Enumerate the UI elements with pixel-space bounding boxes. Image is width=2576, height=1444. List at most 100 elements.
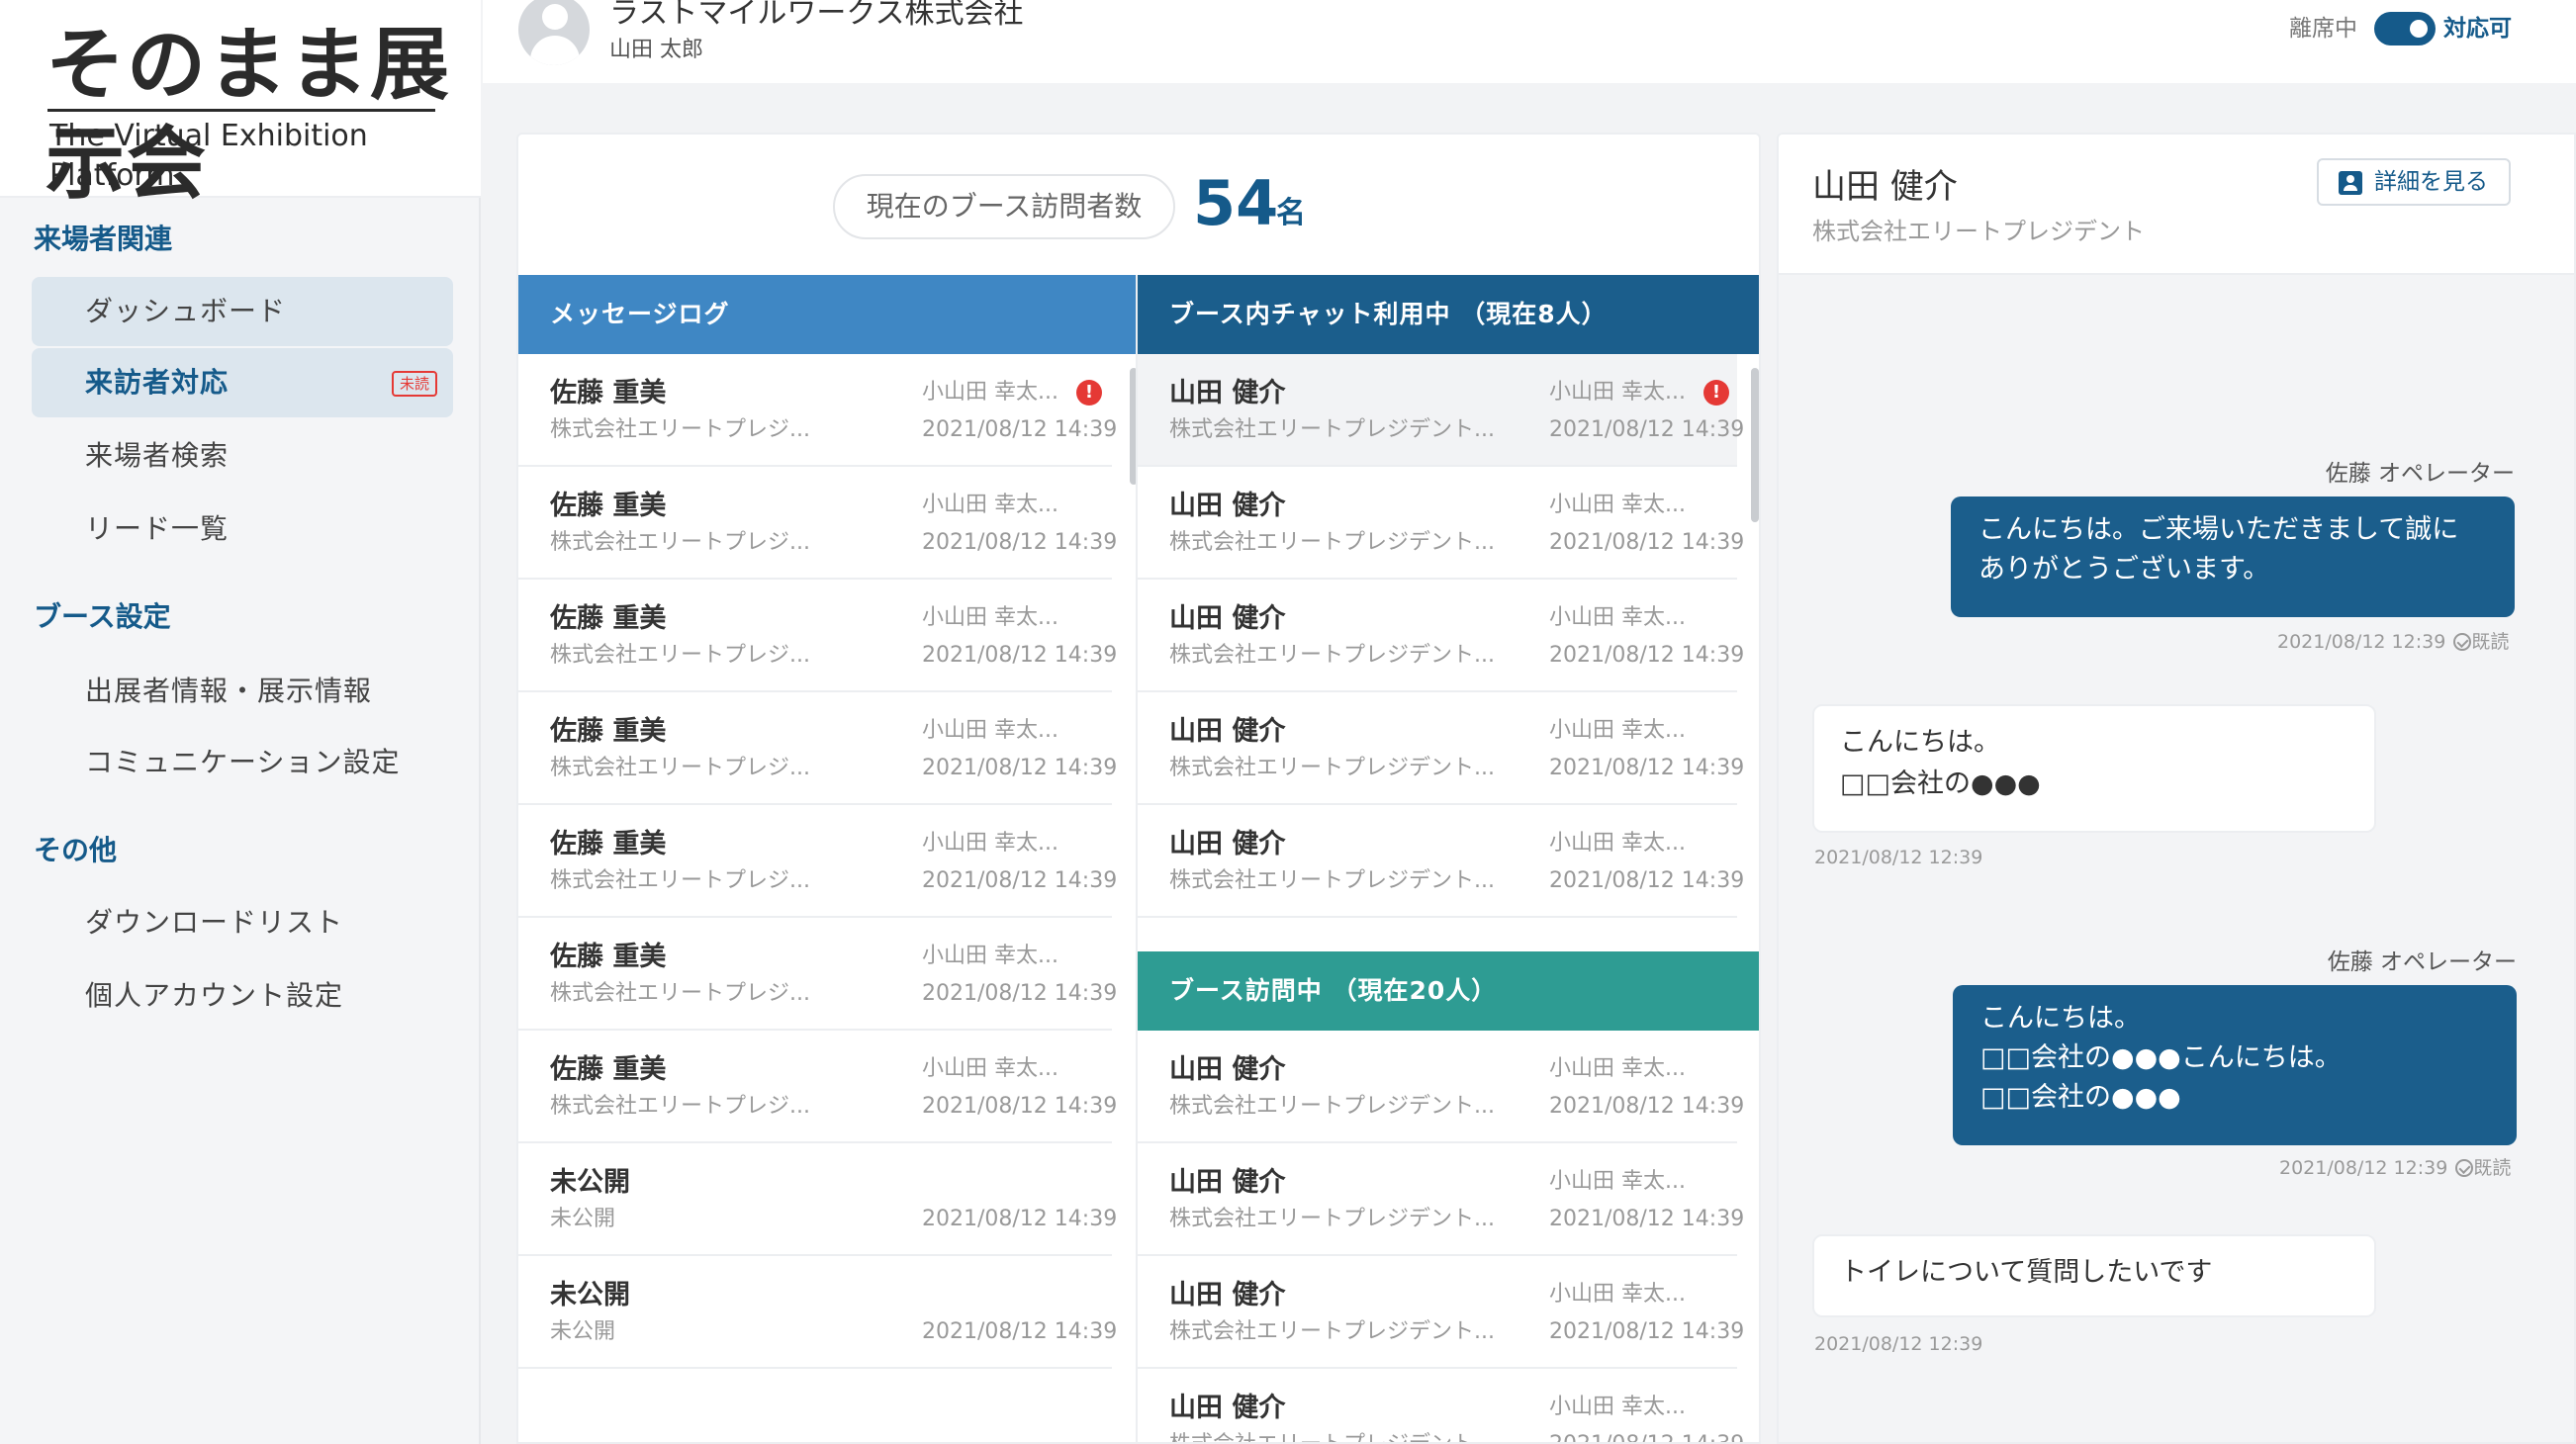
nav-item-label: コミュニケーション設定 — [85, 746, 401, 778]
booth-chat-list: 山田 健介 株式会社エリートプレジデント... 小山田 幸太... 2021/08/1… — [1138, 354, 1759, 918]
list-item[interactable]: 佐藤 重美 株式会社エリートプレジ... 小山田 幸太... 2021/08/12 1… — [518, 467, 1117, 580]
nav-item-download-list[interactable]: ダウンロードリスト — [32, 888, 453, 957]
availability-toggle[interactable] — [2374, 12, 2436, 45]
message-time: 2021/08/12 12:39 — [2277, 631, 2446, 653]
chat-visitor-name: 山田 健介 — [1812, 167, 1958, 207]
read-check-icon — [2453, 633, 2472, 651]
read-check-icon — [2455, 1159, 2474, 1177]
list-item[interactable]: 佐藤 重美 株式会社エリートプレジ... 小山田 幸太... 2021/08/12 1… — [518, 354, 1117, 467]
visitor-name: 佐藤 重美 — [550, 829, 667, 859]
visitor-name: 山田 健介 — [1169, 378, 1286, 408]
visitor-name: 山田 健介 — [1169, 1054, 1286, 1085]
visitor-name: 佐藤 重美 — [550, 1054, 667, 1085]
view-details-button[interactable]: 詳細を見る — [2317, 158, 2511, 206]
visitor-name: 山田 健介 — [1169, 603, 1286, 634]
operator-name: 小山田 幸太... — [922, 718, 1058, 743]
visitor-org: 株式会社エリートプレジ... — [550, 530, 810, 555]
list-item[interactable]: 山田 健介株式会社エリートプレジデント... 小山田 幸太... 2021/08/1… — [1138, 1256, 1744, 1369]
operator-name: 小山田 幸太... — [1549, 718, 1686, 743]
list-item[interactable]: 佐藤 重美 株式会社エリートプレジ... 小山田 幸太... 2021/08/12 1… — [518, 1031, 1117, 1143]
list-item[interactable]: 佐藤 重美 株式会社エリートプレジ... 小山田 幸太... 2021/08/12 1… — [518, 580, 1117, 692]
visitor-name: 未公開 — [550, 1280, 630, 1310]
nav-item-dashboard[interactable]: ダッシュボード — [32, 277, 453, 346]
visitor-name: 佐藤 重美 — [550, 378, 667, 408]
visitor-org: 株式会社エリートプレジデント... — [1169, 1207, 1495, 1231]
list-item[interactable]: 山田 健介株式会社エリートプレジデント... 小山田 幸太... 2021/08/1… — [1138, 467, 1744, 580]
list-item[interactable]: 佐藤 重美 株式会社エリートプレジ... 小山田 幸太... 2021/08/12 1… — [518, 918, 1117, 1031]
operator-name: 小山田 幸太... — [1549, 1395, 1686, 1419]
visitor-org: 株式会社エリートプレジデント... — [1169, 417, 1495, 442]
booth-chat-scrollbar[interactable] — [1751, 368, 1759, 522]
nav-section-other: その他 — [34, 834, 118, 866]
list-item[interactable]: 山田 健介株式会社エリートプレジデント... 小山田 幸太... 2021/08/1… — [1138, 354, 1744, 467]
toggle-knob — [2410, 20, 2428, 38]
brand-subtitle: The Virtual Exhibition Platform — [49, 119, 368, 193]
visitor-org: 株式会社エリートプレジデント... — [1169, 1094, 1495, 1119]
nav-section-booth: ブース設定 — [34, 600, 171, 633]
nav-item-communication-settings[interactable]: コミュニケーション設定 — [32, 728, 453, 797]
unread-badge: 未読 — [391, 371, 437, 397]
visitor-org: 株式会社エリートプレジデント... — [1169, 756, 1495, 780]
message-log-scrollbar[interactable] — [1130, 368, 1136, 485]
operator-name: 小山田 幸太... — [922, 1056, 1058, 1081]
timestamp: 2021/08/12 14:39 — [922, 756, 1118, 780]
timestamp: 2021/08/12 14:39 — [1549, 1207, 1745, 1231]
read-status: 既読 — [2473, 1157, 2512, 1179]
list-item[interactable]: 山田 健介株式会社エリートプレジデント... 小山田 幸太... 2021/08/1… — [1138, 805, 1744, 918]
chat-panel: 山田 健介 株式会社エリートプレジデント 詳細を見る 佐藤 オペレーター こんに… — [1777, 133, 2576, 1444]
visitor-org: 株式会社エリートプレジ... — [550, 643, 810, 668]
nav-item-label: 来場者検索 — [85, 439, 230, 472]
operator-name: 小山田 幸太... — [922, 831, 1058, 856]
operator-name: 佐藤 オペレーター — [2325, 461, 2515, 487]
status-away-label: 離席中 — [2289, 16, 2357, 42]
company-name: ラストマイルワークス株式会社 — [609, 0, 1024, 31]
user-name: 山田 太郎 — [609, 38, 703, 62]
operator-name: 小山田 幸太... — [1549, 493, 1686, 517]
list-item[interactable]: 山田 健介株式会社エリートプレジデント... 小山田 幸太... 2021/08/1… — [1138, 580, 1744, 692]
visitor-org: 未公開 — [550, 1319, 616, 1344]
visitor-name: 山田 健介 — [1169, 1393, 1286, 1423]
visitor-org: 株式会社エリートプレジ... — [550, 417, 810, 442]
avatar-icon[interactable] — [518, 0, 590, 65]
visitor-org: 未公開 — [550, 1207, 616, 1231]
nav-item-label: 個人アカウント設定 — [85, 979, 344, 1012]
list-item[interactable]: 佐藤 重美 株式会社エリートプレジ... 小山田 幸太... 2021/08/12 1… — [518, 692, 1117, 805]
operator-name: 小山田 幸太... — [922, 380, 1058, 405]
operator-message: こんにちは。ご来場いただきまして誠に ありがとうございます。 — [1951, 496, 2515, 617]
message-time: 2021/08/12 12:39 — [2279, 1157, 2448, 1179]
nav-item-exhibitor-info[interactable]: 出展者情報・展示情報 — [32, 657, 453, 726]
visitor-org: 株式会社エリートプレジ... — [550, 868, 810, 893]
list-item[interactable]: 未公開 未公開 2021/08/12 14:39 — [518, 1256, 1117, 1369]
profile-card-icon — [2339, 171, 2362, 195]
status-available-label: 対応可 — [2443, 16, 2512, 42]
top-header: ラストマイルワークス株式会社 山田 太郎 離席中 対応可 — [483, 0, 2576, 83]
message-meta: 2021/08/12 12:39 既読 — [2279, 1155, 2511, 1181]
visitor-name: 佐藤 重美 — [550, 716, 667, 747]
timestamp: 2021/08/12 14:39 — [922, 981, 1118, 1006]
list-item[interactable]: 山田 健介株式会社エリートプレジデント... 小山田 幸太... 2021/08/1… — [1138, 1369, 1744, 1442]
nav-item-label: 出展者情報・展示情報 — [85, 675, 373, 707]
list-item[interactable]: 山田 健介株式会社エリートプレジデント... 小山田 幸太... 2021/08/1… — [1138, 1143, 1744, 1256]
list-item[interactable]: 未公開 未公開 2021/08/12 14:39 — [518, 1143, 1117, 1256]
timestamp: 2021/08/12 14:39 — [922, 1094, 1118, 1119]
nav-item-label: 来訪者対応 — [85, 366, 230, 399]
visitor-name: 山田 健介 — [1169, 1280, 1286, 1310]
visitor-org: 株式会社エリートプレジデント... — [1169, 643, 1495, 668]
visitor-lists-panel: 現在のブース訪問者数 54 名 メッセージログ 佐藤 重美 株式会社エリートプレジ… — [516, 133, 1761, 1444]
brand-logo[interactable]: そのまま展示会 The Virtual Exhibition Platform — [0, 0, 481, 210]
nav-item-account-settings[interactable]: 個人アカウント設定 — [32, 961, 453, 1031]
timestamp: 2021/08/12 14:39 — [922, 643, 1118, 668]
list-item[interactable]: 山田 健介株式会社エリートプレジデント... 小山田 幸太... 2021/08/1… — [1138, 692, 1744, 805]
nav-item-visitor-response[interactable]: 来訪者対応 未読 — [32, 348, 453, 417]
nav-item-lead-list[interactable]: リード一覧 — [32, 495, 453, 564]
nav-item-visitor-search[interactable]: 来場者検索 — [32, 421, 453, 491]
chat-header: 山田 健介 株式会社エリートプレジデント 詳細を見る — [1779, 135, 2574, 275]
list-item[interactable]: 山田 健介株式会社エリートプレジデント... 小山田 幸太... 2021/08/1… — [1138, 1031, 1744, 1143]
timestamp: 2021/08/12 14:39 — [1549, 417, 1745, 442]
visitor-name: 佐藤 重美 — [550, 603, 667, 634]
booth-chat-column: ブース内チャット利用中 （現在8人） 山田 健介 株式会社エリートプレジデント..… — [1138, 275, 1759, 1442]
timestamp: 2021/08/12 14:39 — [922, 868, 1118, 893]
list-item[interactable]: 佐藤 重美株式会社エリートプレジ... 小山田 幸太... 2021/08/12 1… — [518, 805, 1117, 918]
timestamp: 2021/08/12 14:39 — [922, 530, 1118, 555]
visitor-name: 佐藤 重美 — [550, 491, 667, 521]
